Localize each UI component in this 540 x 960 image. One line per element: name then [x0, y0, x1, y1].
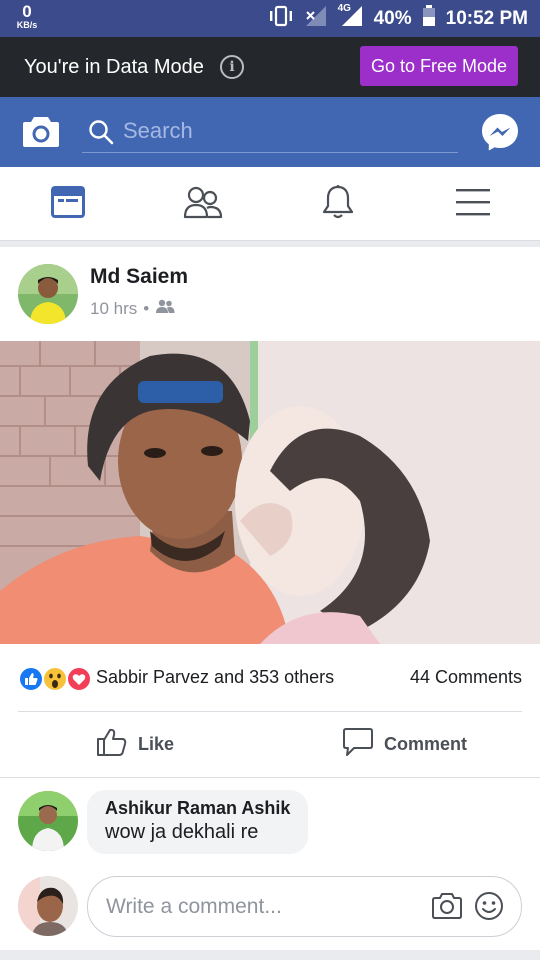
comments-section: Ashikur Raman Ashik wow ja dekhali re Wr…: [0, 777, 540, 960]
post-photo[interactable]: [0, 341, 540, 644]
signal-4g-icon: 4G: [337, 3, 364, 32]
tab-friends[interactable]: [135, 167, 270, 241]
camera-icon[interactable]: [22, 114, 60, 153]
battery-percent: 40%: [373, 7, 412, 29]
go-to-free-mode-button[interactable]: Go to Free Mode: [360, 46, 518, 86]
bell-icon: [321, 184, 355, 225]
tab-news-feed[interactable]: [0, 167, 135, 241]
battery-icon: [422, 5, 436, 32]
reactions-count[interactable]: Sabbir Parvez and 353 others: [96, 667, 334, 688]
info-icon[interactable]: i: [220, 55, 244, 79]
search-input[interactable]: Search: [123, 111, 193, 151]
comment-composer[interactable]: Write a comment...: [87, 876, 522, 937]
comments-count[interactable]: 44 Comments: [410, 667, 522, 688]
network-type: 4G: [337, 3, 351, 14]
like-label: Like: [138, 733, 175, 754]
network-speed: 0 KB/s: [12, 3, 42, 30]
current-user-avatar: [18, 876, 78, 936]
privacy-friends-icon: [155, 298, 175, 319]
signal-off-icon: [304, 5, 328, 32]
camera-icon[interactable]: [432, 891, 462, 924]
comment-avatar[interactable]: [18, 791, 78, 851]
messenger-icon[interactable]: [480, 112, 520, 157]
avatar[interactable]: [18, 264, 78, 324]
search-bar[interactable]: Search: [82, 111, 458, 153]
nav-tabs: [0, 167, 540, 241]
emoji-icon[interactable]: [474, 891, 504, 926]
thumbs-up-icon: [96, 727, 128, 762]
comment-author[interactable]: Ashikur Raman Ashik: [105, 798, 290, 819]
post-time[interactable]: 10 hrs: [90, 299, 137, 319]
tab-notifications[interactable]: [270, 167, 405, 241]
menu-icon: [455, 187, 490, 222]
clock: 10:52 PM: [445, 7, 528, 29]
meta-separator: •: [143, 298, 150, 318]
comment-text: wow ja dekhali re: [105, 821, 259, 843]
reactions-summary[interactable]: Sabbir Parvez and 353 others 44 Comments: [0, 660, 540, 696]
status-bar: 0 KB/s 4G 40% 10:52 PM: [0, 0, 540, 37]
like-button[interactable]: Like: [96, 712, 174, 776]
post-action-bar: Like Comment: [0, 712, 540, 776]
vibrate-icon: [268, 5, 294, 32]
comment-bubble[interactable]: Ashikur Raman Ashik wow ja dekhali re: [87, 790, 309, 854]
reaction-icons: [18, 666, 94, 692]
love-icon: [66, 666, 92, 697]
data-mode-banner: You're in Data Mode i Go to Free Mode: [0, 37, 540, 97]
post-meta: 10 hrs •: [90, 298, 175, 319]
comment-button[interactable]: Comment: [342, 712, 467, 776]
friends-icon: [183, 185, 223, 224]
top-header: Search: [0, 97, 540, 167]
post-header: Md Saiem 10 hrs •: [0, 247, 540, 341]
comment-icon: [342, 727, 374, 762]
comment-input[interactable]: Write a comment...: [106, 877, 282, 936]
post-author[interactable]: Md Saiem: [90, 265, 188, 289]
search-icon: [88, 119, 114, 150]
network-speed-value: 0: [22, 2, 32, 21]
tab-menu[interactable]: [405, 167, 540, 241]
data-mode-message: You're in Data Mode: [24, 56, 204, 78]
bottom-separator: [0, 950, 540, 960]
comment-label: Comment: [384, 733, 468, 754]
like-icon: [18, 666, 44, 697]
wow-icon: [42, 666, 68, 697]
network-speed-unit: KB/s: [16, 20, 38, 30]
news-feed-icon: [50, 185, 86, 224]
